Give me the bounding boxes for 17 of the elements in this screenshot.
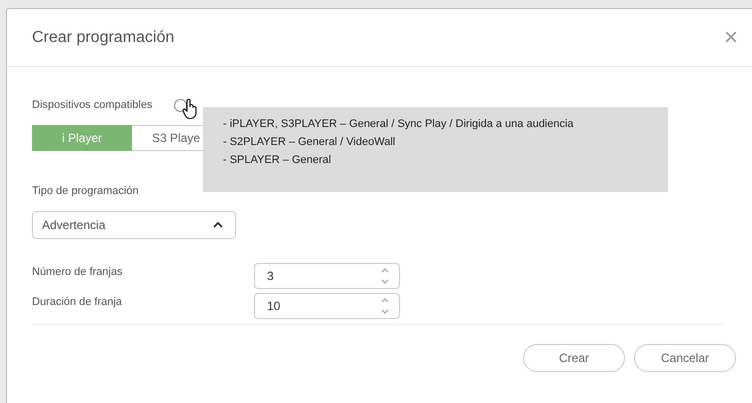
schedule-type-dropdown[interactable]: Advertencia bbox=[32, 211, 236, 239]
spinner-arrows-icon[interactable] bbox=[381, 267, 389, 285]
input-value: 10 bbox=[267, 299, 280, 313]
number-input[interactable]: 10 bbox=[254, 293, 400, 319]
field-label: Duración de franja bbox=[32, 296, 123, 308]
dialog-title: Crear programación bbox=[32, 28, 174, 46]
field-label: Número de franjas bbox=[32, 266, 124, 278]
hand-cursor-icon bbox=[182, 98, 198, 120]
action-button[interactable]: Crear bbox=[523, 344, 625, 372]
spinner-arrows-icon[interactable] bbox=[381, 297, 389, 315]
number-input[interactable]: 3 bbox=[254, 263, 400, 289]
input-value: 3 bbox=[267, 269, 274, 283]
field-label: Dispositivos compatibles bbox=[32, 99, 152, 111]
tooltip-text: - SPLAYER – General bbox=[223, 154, 332, 166]
field-label: Tipo de programación bbox=[32, 185, 140, 197]
caret-icon bbox=[213, 222, 223, 228]
action-button[interactable]: Cancelar bbox=[634, 344, 736, 372]
